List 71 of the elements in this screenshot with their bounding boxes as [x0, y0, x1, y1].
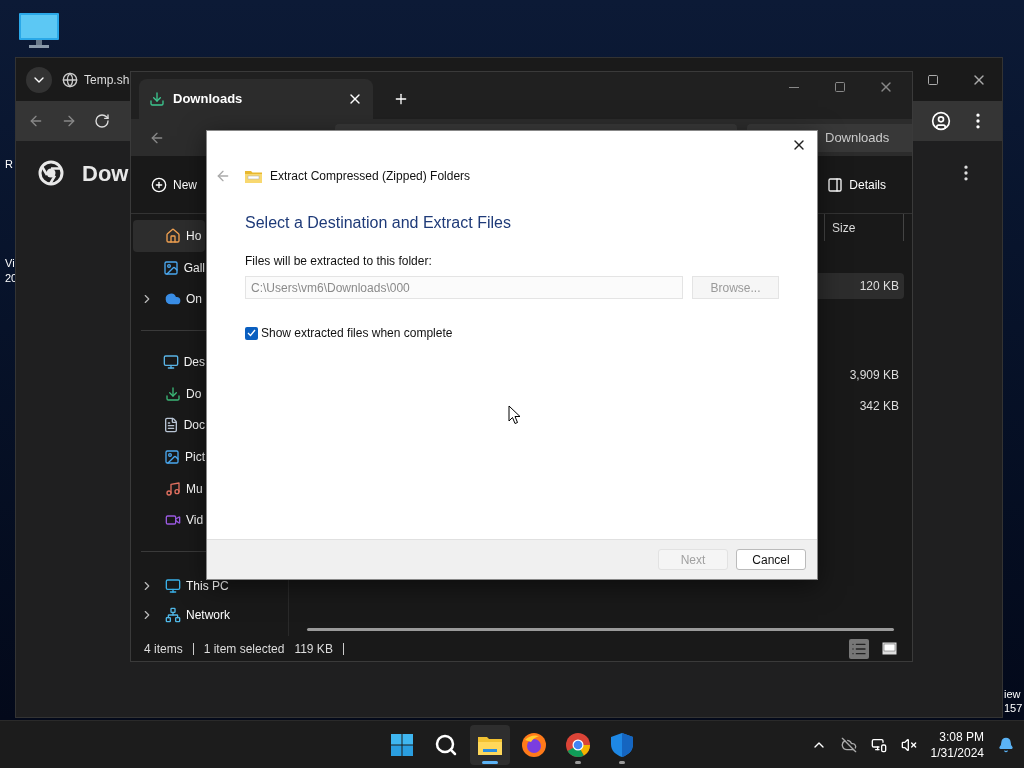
- firefox-icon: [521, 731, 547, 758]
- notification-icon[interactable]: [998, 736, 1014, 753]
- taskbar-app[interactable]: [470, 724, 510, 765]
- scrollbar[interactable]: [307, 628, 894, 631]
- desktop-label: 157: [1004, 701, 1023, 716]
- sidebar-item[interactable]: Des: [133, 346, 205, 378]
- image-icon: [164, 448, 180, 465]
- details-view-button[interactable]: [849, 638, 869, 659]
- reload-icon[interactable]: [94, 113, 110, 129]
- field-label: Files will be extracted to this folder:: [245, 253, 433, 270]
- checkbox[interactable]: [245, 326, 258, 340]
- cloud-off-icon[interactable]: [840, 736, 857, 753]
- sidebar-item[interactable]: Ho: [133, 220, 205, 252]
- desktop-label: iew: [1004, 687, 1021, 702]
- new-button[interactable]: New: [151, 169, 197, 200]
- cursor-icon: [508, 405, 521, 425]
- network-icon: [165, 607, 181, 623]
- sidebar-item[interactable]: On: [133, 283, 205, 315]
- network-icon[interactable]: [870, 736, 887, 753]
- image-icon: [162, 259, 179, 276]
- chrome-logo-icon: [38, 160, 64, 186]
- browser-tab[interactable]: Temp.sh: [62, 63, 130, 96]
- preview-icon: [881, 642, 897, 655]
- back-icon[interactable]: [28, 113, 44, 129]
- sidebar-item[interactable]: Doc: [133, 409, 205, 441]
- sidebar-item[interactable]: Do: [133, 377, 205, 410]
- page-title: Dow: [82, 159, 129, 188]
- tab-list-button[interactable]: [26, 66, 52, 93]
- maximize-icon: [927, 73, 939, 86]
- dialog-title: Extract Compressed (Zipped) Folders: [270, 168, 471, 185]
- plus-icon: [151, 176, 167, 193]
- details-button[interactable]: Details: [827, 169, 886, 200]
- clock[interactable]: 3:08 PM 1/31/2024: [930, 728, 984, 761]
- sidebar-item[interactable]: Vid: [133, 504, 205, 537]
- status-text: 119 KB: [294, 640, 333, 658]
- desktop-label: Vi: [5, 256, 15, 271]
- explorer-tab[interactable]: Downloads: [139, 79, 373, 119]
- sidebar-item[interactable]: Gall: [133, 251, 205, 284]
- sidebar-item[interactable]: Mu: [133, 472, 205, 505]
- new-tab-icon[interactable]: [393, 91, 409, 107]
- cancel-button[interactable]: Cancel: [736, 549, 806, 570]
- column-header[interactable]: Size: [824, 214, 904, 241]
- chrome-icon: [565, 731, 591, 758]
- home-icon: [165, 227, 181, 244]
- search-icon: [434, 732, 458, 757]
- music-icon: [165, 480, 181, 497]
- download-icon: [149, 91, 165, 107]
- status-text: 4 items: [144, 640, 183, 658]
- monitor-icon: [162, 353, 179, 370]
- monitor-icon: [165, 578, 181, 594]
- panel-icon: [827, 176, 844, 193]
- sidebar-item[interactable]: Pict: [133, 441, 205, 473]
- forward-icon[interactable]: [61, 113, 77, 129]
- volume-muted-icon[interactable]: [900, 736, 917, 753]
- status-text: 1 item selected: [203, 640, 285, 658]
- profile-icon[interactable]: [931, 111, 951, 131]
- document-icon: [162, 417, 179, 434]
- minimize-icon: [789, 86, 799, 88]
- dialog-heading: Select a Destination and Extract Files: [245, 213, 512, 233]
- maximize-icon: [834, 81, 846, 93]
- monitor-icon[interactable]: [18, 12, 60, 50]
- windows-logo-icon: [390, 732, 414, 757]
- sidebar-item[interactable]: This PC: [133, 578, 283, 594]
- sidebar-item[interactable]: Network: [133, 607, 283, 623]
- globe-icon: [62, 71, 78, 88]
- checkbox-label[interactable]: Show extracted files when complete: [261, 324, 453, 342]
- download-icon: [165, 385, 181, 402]
- desktop-label: R: [5, 157, 13, 172]
- zip-folder-icon: [245, 169, 262, 183]
- check-icon: [247, 329, 256, 337]
- shield-icon: [610, 731, 634, 758]
